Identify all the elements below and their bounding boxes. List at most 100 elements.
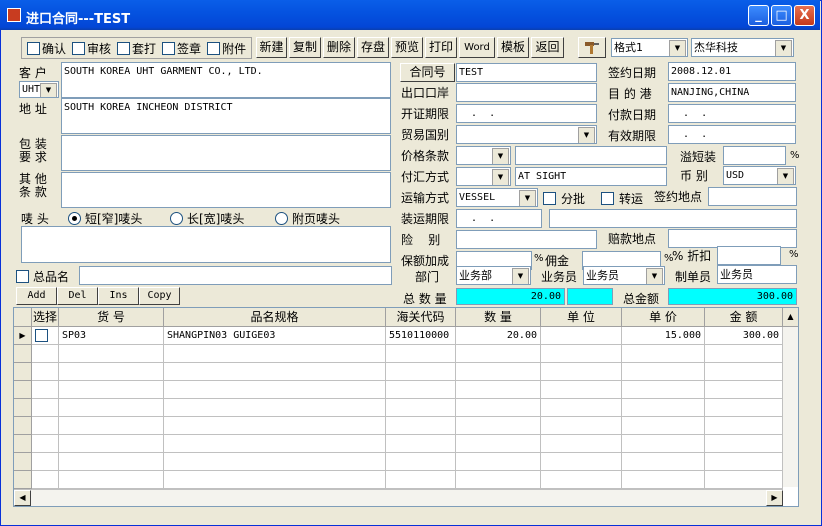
discount-field[interactable] — [717, 246, 781, 265]
tools-button[interactable] — [578, 37, 606, 58]
qty-cell[interactable]: 20.00 — [456, 327, 541, 345]
table-cell[interactable] — [386, 345, 456, 363]
checkbox-box[interactable] — [72, 41, 86, 55]
pay-date-field[interactable]: . . — [668, 104, 796, 123]
table-cell[interactable] — [705, 381, 783, 399]
attachment-checkbox[interactable]: 附件 — [207, 40, 246, 57]
checkbox-box[interactable] — [543, 192, 556, 205]
customer-field[interactable]: SOUTH KOREA UHT GARMENT CO., LTD. — [61, 62, 391, 98]
delete-row-button[interactable]: Del — [57, 287, 98, 305]
col-header-price[interactable]: 单 价 — [622, 308, 705, 327]
scroll-up-button[interactable]: ▲ — [783, 308, 798, 327]
table-cell[interactable] — [59, 453, 164, 471]
table-cell[interactable] — [456, 471, 541, 489]
price-cell[interactable]: 15.000 — [622, 327, 705, 345]
spec-cell[interactable]: SHANGPIN03 GUIGE03 — [164, 327, 386, 345]
table-cell[interactable] — [456, 435, 541, 453]
table-cell[interactable] — [541, 435, 622, 453]
table-cell[interactable] — [164, 471, 386, 489]
print-button[interactable]: 打印 — [425, 37, 457, 58]
trade-country-select[interactable]: ▼ — [456, 125, 597, 144]
save-button[interactable]: 存盘 — [357, 37, 389, 58]
format-select[interactable]: 格式1 ▼ — [611, 38, 688, 57]
template-button[interactable]: 模板 — [497, 37, 529, 58]
radio-button[interactable] — [275, 212, 288, 225]
table-cell[interactable] — [59, 417, 164, 435]
contract-no-field[interactable]: TEST — [456, 63, 597, 82]
chevron-down-icon[interactable]: ▼ — [512, 268, 529, 284]
close-icon[interactable]: X — [794, 5, 815, 26]
vertical-scrollbar[interactable] — [783, 327, 798, 487]
table-cell[interactable] — [705, 417, 783, 435]
table-cell[interactable] — [456, 453, 541, 471]
table-cell[interactable] — [622, 363, 705, 381]
table-cell[interactable] — [59, 345, 164, 363]
amount-cell[interactable]: 300.00 — [705, 327, 783, 345]
table-cell[interactable] — [705, 345, 783, 363]
col-header-spec[interactable]: 品名规格 — [164, 308, 386, 327]
partial-shipment-checkbox[interactable]: 分批 — [543, 190, 585, 207]
table-cell[interactable] — [386, 453, 456, 471]
table-cell[interactable] — [705, 471, 783, 489]
chevron-down-icon[interactable]: ▼ — [578, 127, 595, 143]
chevron-down-icon[interactable]: ▼ — [519, 190, 536, 206]
insurance-field[interactable] — [456, 230, 597, 249]
add-row-button[interactable]: Add — [16, 287, 57, 305]
table-cell[interactable] — [386, 363, 456, 381]
chevron-down-icon[interactable]: ▼ — [492, 148, 509, 164]
col-header-qty[interactable]: 数 量 — [456, 308, 541, 327]
table-cell[interactable] — [386, 435, 456, 453]
department-select[interactable]: 业务部 ▼ — [456, 266, 531, 285]
scroll-right-button[interactable]: ▶ — [766, 490, 783, 506]
table-cell[interactable] — [32, 471, 59, 489]
table-cell[interactable] — [622, 471, 705, 489]
table-cell[interactable] — [32, 417, 59, 435]
table-cell[interactable] — [456, 345, 541, 363]
table-cell[interactable] — [59, 399, 164, 417]
table-cell[interactable] — [164, 453, 386, 471]
table-cell[interactable] — [705, 399, 783, 417]
col-header-select[interactable]: 选择 — [32, 308, 59, 327]
chevron-down-icon[interactable]: ▼ — [777, 168, 794, 184]
table-cell[interactable] — [32, 399, 59, 417]
table-cell[interactable] — [541, 471, 622, 489]
table-cell[interactable] — [622, 345, 705, 363]
transshipment-checkbox[interactable]: 转运 — [601, 190, 643, 207]
table-cell[interactable] — [164, 381, 386, 399]
hs-code-cell[interactable]: 5510110000 — [386, 327, 456, 345]
scroll-left-button[interactable]: ◀ — [14, 490, 31, 506]
table-cell[interactable] — [705, 453, 783, 471]
overflow-field[interactable] — [723, 146, 786, 165]
maker-field[interactable]: 业务员 — [717, 265, 797, 284]
checkbox-box[interactable] — [16, 270, 29, 283]
delete-button[interactable]: 删除 — [323, 37, 355, 58]
checkbox-box[interactable] — [35, 329, 48, 342]
price-term-field[interactable] — [515, 146, 667, 165]
table-cell[interactable] — [164, 417, 386, 435]
table-cell[interactable] — [386, 471, 456, 489]
lc-deadline-field[interactable]: . . — [456, 104, 597, 123]
minimize-icon[interactable]: _ — [748, 5, 769, 26]
valid-period-field[interactable]: . . — [668, 125, 796, 144]
total-name-checkbox[interactable]: 总品名 — [16, 268, 69, 285]
table-cell[interactable] — [386, 399, 456, 417]
copy-button[interactable]: 复制 — [289, 37, 321, 58]
table-cell[interactable] — [32, 453, 59, 471]
currency-select[interactable]: USD ▼ — [723, 166, 796, 185]
table-cell[interactable] — [541, 417, 622, 435]
mark-radio-long[interactable]: 长[宽]唛头 — [170, 210, 244, 227]
ship-deadline-field[interactable]: . . — [456, 209, 542, 228]
chevron-down-icon[interactable]: ▼ — [492, 169, 509, 185]
radio-button[interactable] — [170, 212, 183, 225]
other-terms-field[interactable] — [61, 172, 391, 208]
unit-cell[interactable] — [541, 327, 622, 345]
table-cell[interactable] — [541, 345, 622, 363]
horizontal-scrollbar[interactable]: ◀ ▶ — [14, 489, 783, 506]
table-row[interactable]: ▶ SP03 SHANGPIN03 GUIGE03 5510110000 20.… — [14, 327, 783, 345]
checkbox-box[interactable] — [27, 41, 40, 55]
new-button[interactable]: 新建 — [256, 37, 287, 58]
transport-select[interactable]: VESSEL ▼ — [456, 188, 538, 207]
item-no-cell[interactable]: SP03 — [59, 327, 164, 345]
table-cell[interactable] — [32, 345, 59, 363]
table-cell[interactable] — [386, 381, 456, 399]
